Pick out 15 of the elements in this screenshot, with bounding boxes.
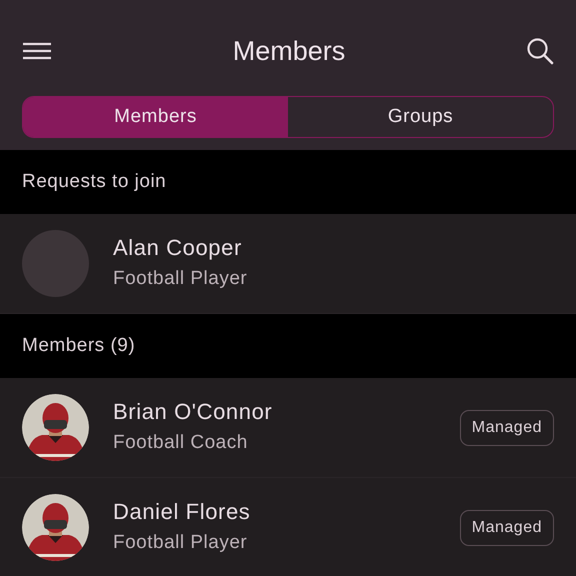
member-name: Alan Cooper — [113, 234, 243, 262]
member-role: Football Player — [113, 267, 248, 292]
section-header: Requests to join — [22, 170, 166, 194]
managed-tag: Managed — [460, 410, 554, 446]
managed-tag: Managed — [460, 510, 554, 546]
member-role: Football Player — [113, 531, 248, 556]
segment-tab[interactable]: Groups — [288, 97, 553, 137]
member-role: Football Coach — [113, 431, 249, 456]
member-name: Brian O'Connor — [113, 398, 274, 426]
segment-tab[interactable]: Members — [23, 97, 288, 137]
search-icon[interactable] — [526, 37, 554, 65]
section-header: Members (9) — [22, 334, 136, 358]
page-title: Members — [232, 34, 346, 68]
menu-icon[interactable] — [22, 42, 52, 60]
member-name: Daniel Flores — [113, 498, 252, 526]
